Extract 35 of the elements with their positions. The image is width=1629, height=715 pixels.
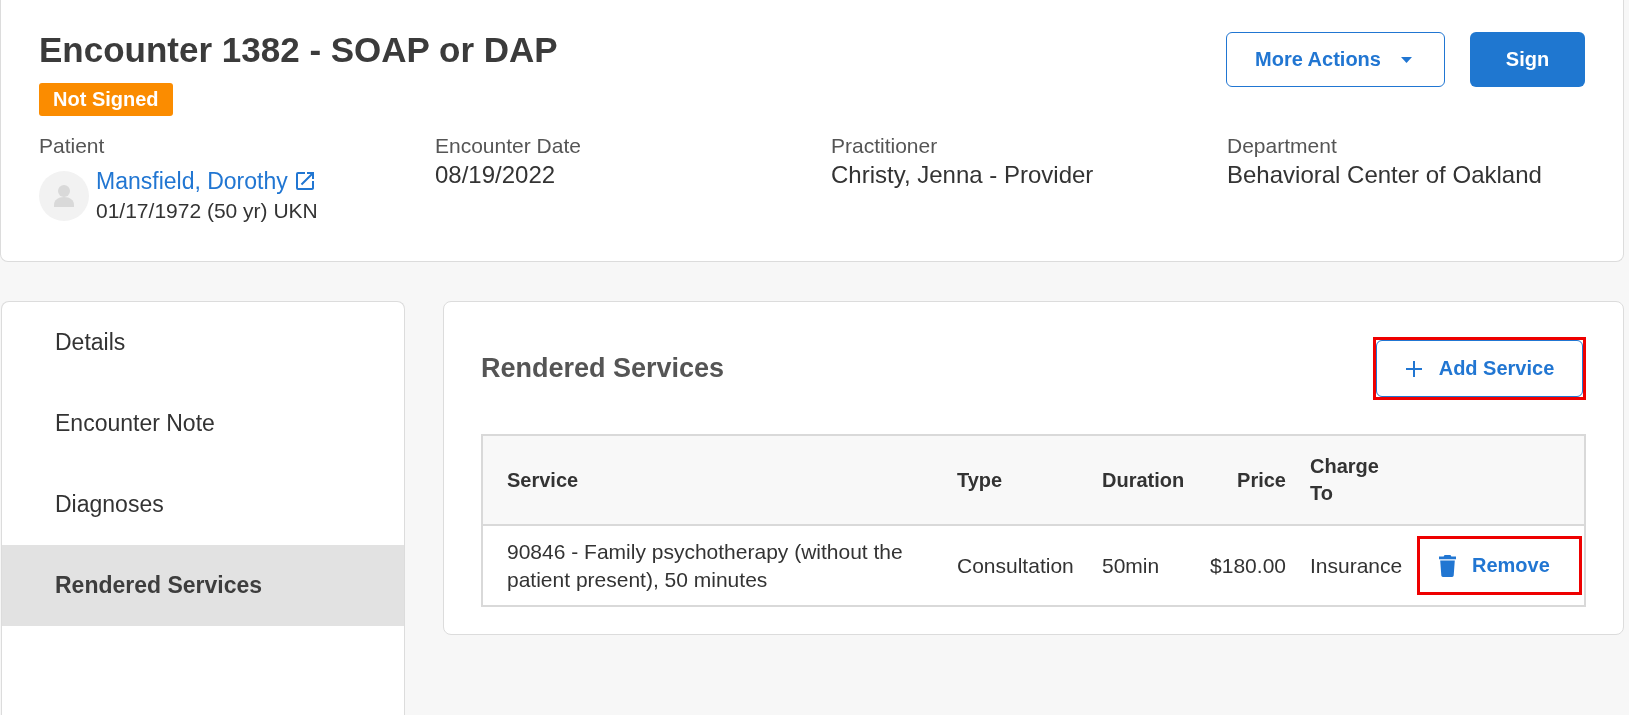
table-cell-text: Insurance xyxy=(1309,552,1404,579)
section-title: Rendered Services xyxy=(481,353,725,384)
column-header: Type xyxy=(956,467,1004,493)
table-cell-text: 50min xyxy=(1101,552,1161,579)
field-label: Department xyxy=(1227,133,1338,158)
status-badge: Not Signed xyxy=(39,83,173,116)
plus-icon xyxy=(1404,359,1423,378)
table-cell-text: 90846 - Family psychotherapy (without the patient present), 50 minutes xyxy=(506,538,904,593)
avatar-icon xyxy=(39,171,89,221)
table-cell-text: Consultation xyxy=(956,552,1075,579)
field-label: Encounter Date xyxy=(435,133,582,158)
more-actions-button[interactable]: More Actions xyxy=(1226,32,1445,87)
column-header: Duration xyxy=(1101,467,1186,493)
field-value: Behavioral Center of Oakland xyxy=(1227,161,1543,189)
sign-button[interactable]: Sign xyxy=(1470,32,1585,87)
add-service-button[interactable]: Add Service xyxy=(1376,340,1583,397)
patient-name-link[interactable]: Mansfield, Dorothy xyxy=(96,166,288,196)
column-header: Price xyxy=(1236,467,1286,493)
patient-details: 01/17/1972 (50 yr) UKN xyxy=(96,198,318,224)
trash-icon xyxy=(1439,554,1456,577)
column-header: Service xyxy=(506,467,580,493)
sidebar-item[interactable]: Encounter Note xyxy=(2,383,404,464)
sidebar-item[interactable]: Rendered Services xyxy=(2,545,404,626)
table-cell-text: $180.00 xyxy=(1209,552,1286,579)
field-value: 08/19/2022 xyxy=(435,161,557,189)
remove-button[interactable]: Remove xyxy=(1420,539,1579,592)
field-label: Practitioner xyxy=(831,133,939,158)
column-header: Charge To xyxy=(1309,454,1380,506)
external-link-icon[interactable] xyxy=(295,172,314,190)
sidebar-item[interactable]: Diagnoses xyxy=(2,464,404,545)
sidebar-item[interactable]: Details xyxy=(2,302,404,383)
field-value: Christy, Jenna - Provider xyxy=(831,161,1095,189)
caret-icon xyxy=(1401,56,1412,63)
field-label: Patient xyxy=(39,133,106,158)
page-title: Encounter 1382 - SOAP or DAP xyxy=(39,29,558,71)
